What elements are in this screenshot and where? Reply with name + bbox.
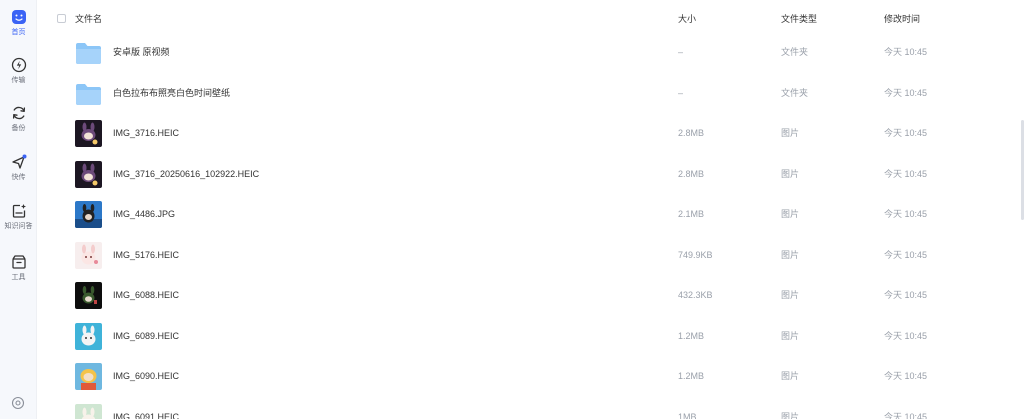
folder-row[interactable]: 白色拉布布照亮白色时间壁纸 – 文件夹 今天 10:45 [37,73,1024,113]
file-modified-time: 今天 10:45 [884,128,928,138]
header-size[interactable]: 大小 [678,14,696,24]
folder-row[interactable]: 安卓版 原视频 – 文件夹 今天 10:45 [37,32,1024,72]
file-name[interactable]: IMG_3716_20250616_102922.HEIC [113,169,259,180]
file-name[interactable]: IMG_4486.JPG [113,209,175,220]
quick-send-icon [11,154,26,169]
file-name[interactable]: 安卓版 原视频 [113,47,170,58]
file-size: 1MB [678,412,697,419]
file-name[interactable]: IMG_5176.HEIC [113,250,179,261]
file-size: 432.3KB [678,290,713,300]
file-row[interactable]: IMG_6090.HEIC 1.2MB 图片 今天 10:45 [37,356,1024,396]
file-type: 图片 [781,169,800,179]
file-modified-time: 今天 10:45 [884,371,928,381]
sidebar-item-label: 工具 [11,274,26,281]
file-name[interactable]: IMG_6088.HEIC [113,290,179,301]
header-type[interactable]: 文件类型 [781,14,817,24]
file-size: – [678,47,684,57]
file-type: 图片 [781,371,800,381]
image-thumbnail [75,120,102,147]
sidebar: 首页 传输 备份 快传 知识问答 工具 [0,0,37,419]
file-row[interactable]: IMG_6088.HEIC 432.3KB 图片 今天 10:45 [37,275,1024,315]
file-modified-time: 今天 10:45 [884,331,928,341]
file-type: 文件夹 [781,47,809,57]
image-thumbnail [75,404,102,419]
image-thumbnail [75,323,102,350]
sidebar-item-label: 首页 [11,29,26,36]
file-modified-time: 今天 10:45 [884,412,928,419]
image-thumbnail [75,242,102,269]
file-size: – [678,88,684,98]
file-modified-time: 今天 10:45 [884,169,928,179]
folder-icon [75,39,102,66]
file-row[interactable]: IMG_3716_20250616_102922.HEIC 2.8MB 图片 今天 1… [37,154,1024,194]
file-name[interactable]: IMG_6091.HEIC [113,412,179,419]
file-row[interactable]: IMG_6089.HEIC 1.2MB 图片 今天 10:45 [37,316,1024,356]
sidebar-item-home[interactable]: 首页 [0,9,37,37]
file-row[interactable]: IMG_5176.HEIC 749.9KB 图片 今天 10:45 [37,235,1024,275]
header-modified[interactable]: 修改时间 [884,14,920,24]
toolbox-icon [11,255,26,269]
file-type: 图片 [781,412,800,419]
image-thumbnail [75,161,102,188]
file-size: 1.2MB [678,371,705,381]
backup-icon [12,106,25,120]
knowledge-qa-icon [12,204,26,218]
file-modified-time: 今天 10:45 [884,88,928,98]
file-type: 图片 [781,209,800,219]
sidebar-item-label: 知识问答 [4,223,33,230]
file-type: 图片 [781,250,800,260]
transfer-icon [11,57,26,73]
file-type: 文件夹 [781,88,809,98]
file-type: 图片 [781,290,800,300]
image-thumbnail [75,363,102,390]
sidebar-item-label: 传输 [11,77,26,84]
header-name[interactable]: 文件名 [75,14,102,24]
file-row[interactable]: IMG_6091.HEIC 1MB 图片 今天 10:45 [37,397,1024,419]
folder-icon [75,80,102,107]
file-name[interactable]: IMG_6090.HEIC [113,371,179,382]
image-thumbnail [75,201,102,228]
file-modified-time: 今天 10:45 [884,47,928,57]
image-thumbnail [75,282,102,309]
file-type: 图片 [781,128,800,138]
file-modified-time: 今天 10:45 [884,209,928,219]
file-name[interactable]: 白色拉布布照亮白色时间壁纸 [113,88,230,99]
sidebar-item-backup[interactable]: 备份 [0,105,37,133]
file-modified-time: 今天 10:45 [884,290,928,300]
file-name[interactable]: IMG_6089.HEIC [113,331,179,342]
file-list: 文件名 大小 文件类型 修改时间 安卓版 原视频 – 文件夹 今天 10:45 白色拉布… [37,0,1024,419]
file-name[interactable]: IMG_3716.HEIC [113,128,179,139]
file-row[interactable]: IMG_4486.JPG 2.1MB 图片 今天 10:45 [37,194,1024,234]
sidebar-item-knowledge-qa[interactable]: 知识问答 [0,203,37,231]
sidebar-item-transfer[interactable]: 传输 [0,57,37,85]
file-list-header: 文件名 大小 文件类型 修改时间 [37,0,1024,36]
sidebar-item-label: 快传 [11,174,26,181]
home-icon [11,10,26,24]
sidebar-item-tools[interactable]: 工具 [0,254,37,282]
file-size: 2.1MB [678,209,705,219]
sidebar-item-quick-send[interactable]: 快传 [0,154,37,182]
sidebar-item-label: 备份 [11,125,26,132]
select-all-checkbox[interactable] [57,14,66,23]
file-row[interactable]: IMG_3716.HEIC 2.8MB 图片 今天 10:45 [37,113,1024,153]
settings-icon[interactable] [11,396,25,410]
file-size: 749.9KB [678,250,713,260]
file-size: 1.2MB [678,331,705,341]
file-size: 2.8MB [678,128,705,138]
file-modified-time: 今天 10:45 [884,250,928,260]
file-type: 图片 [781,331,800,341]
file-size: 2.8MB [678,169,705,179]
